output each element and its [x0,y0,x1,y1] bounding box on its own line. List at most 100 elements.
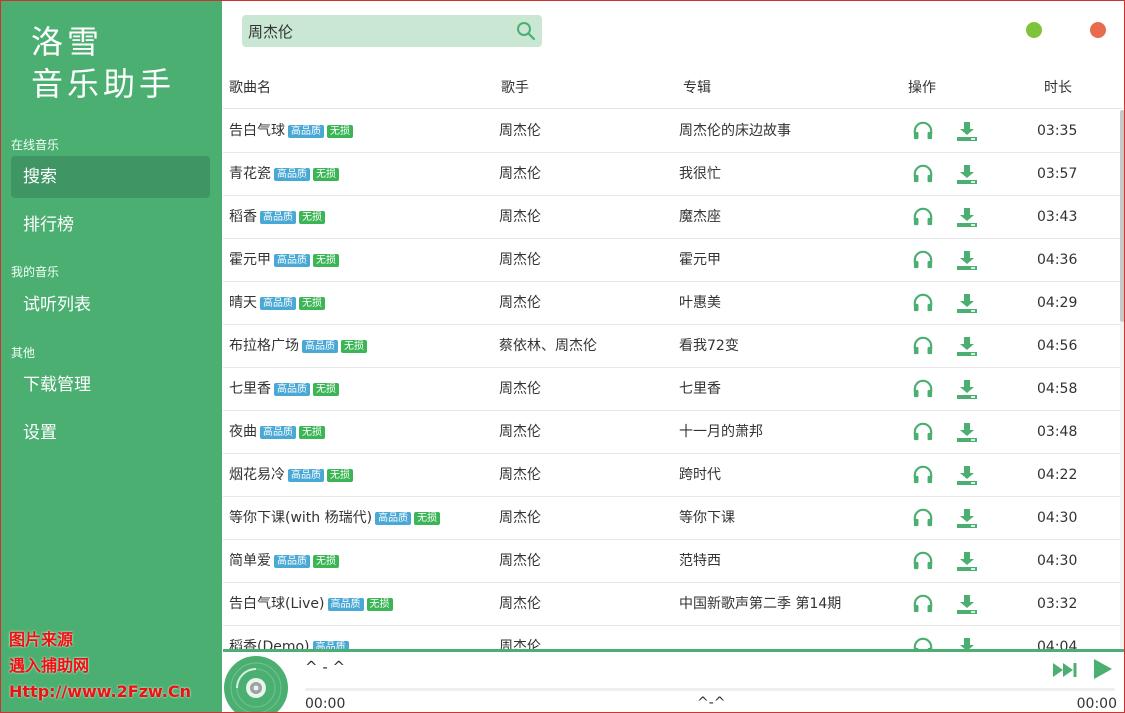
cell-song: 稻香(Demo) 高品质 [229,626,349,649]
download-icon[interactable] [956,550,978,572]
sidebar-item-search[interactable]: 搜索 [11,156,210,198]
tag-high-quality: 高品质 [274,555,310,568]
header-song-name: 歌曲名 [229,80,271,96]
headphones-icon[interactable] [911,379,935,399]
download-icon[interactable] [956,593,978,615]
search-icon[interactable] [516,21,536,41]
play-icon[interactable] [1091,658,1113,680]
cell-song: 简单爱 高品质 无损 [229,540,339,582]
headphones-icon[interactable] [911,207,935,227]
tag-high-quality: 高品质 [260,211,296,224]
table-row[interactable]: 告白气球(Live) 高品质 无损 周杰伦 中国新歌声第二季 第14期 03:32 [223,583,1121,626]
cell-album: 中国新歌声第二季 第14期 [679,596,842,612]
cell-artist: 周杰伦 [499,123,541,139]
logo-line-2: 音乐助手 [31,65,176,103]
download-icon[interactable] [956,163,978,185]
headphones-icon[interactable] [911,594,935,614]
headphones-icon[interactable] [911,250,935,270]
sidebar-item-charts[interactable]: 排行榜 [11,204,210,246]
total-time: 00:00 [1076,696,1117,712]
scrollbar-thumb[interactable] [1120,110,1124,322]
table-row[interactable]: 稻香 高品质 无损 周杰伦 魔杰座 03:43 [223,196,1121,239]
song-name: 等你下课(with 杨瑞代) [229,510,373,526]
table-row[interactable]: 晴天 高品质 无损 周杰伦 叶惠美 04:29 [223,282,1121,325]
download-icon[interactable] [956,421,978,443]
cell-song: 告白气球 高品质 无损 [229,110,353,152]
cell-artist: 周杰伦 [499,467,541,483]
cell-duration: 03:57 [1037,166,1078,182]
download-icon[interactable] [956,120,978,142]
download-icon[interactable] [956,292,978,314]
cell-duration: 04:30 [1037,553,1078,569]
download-icon[interactable] [956,249,978,271]
headphones-icon[interactable] [911,508,935,528]
watermark-line-1: 图片来源 [9,630,74,649]
song-name: 告白气球(Live) [229,596,325,612]
cell-duration: 04:58 [1037,381,1078,397]
cell-album: 跨时代 [679,467,721,483]
search-input[interactable] [242,15,510,47]
cell-album: 看我72变 [679,338,739,354]
download-icon[interactable] [956,464,978,486]
cell-artist: 周杰伦 [499,424,541,440]
headphones-icon[interactable] [911,164,935,184]
headphones-icon[interactable] [911,422,935,442]
tag-lossless: 无损 [341,340,367,353]
headphones-icon[interactable] [911,336,935,356]
section-label-my-music: 我的音乐 [11,265,60,279]
tag-high-quality: 高品质 [288,125,324,138]
sidebar-item-playlist[interactable]: 试听列表 [11,284,210,326]
headphones-icon[interactable] [911,121,935,141]
tag-high-quality: 高品质 [274,383,310,396]
tag-high-quality: 高品质 [260,426,296,439]
close-button[interactable] [1090,22,1106,38]
tag-lossless: 无损 [313,254,339,267]
table-row[interactable]: 告白气球 高品质 无损 周杰伦 周杰伦的床边故事 03:35 [223,110,1121,153]
tag-lossless: 无损 [327,469,353,482]
tag-lossless: 无损 [299,426,325,439]
song-name: 布拉格广场 [229,338,299,354]
section-label-other: 其他 [11,346,36,360]
scrollbar[interactable] [1120,110,1124,649]
table-row[interactable]: 稻香(Demo) 高品质 周杰伦 04:04 [223,626,1121,649]
table-row[interactable]: 布拉格广场 高品质 无损 蔡依林、周杰伦 看我72变 04:56 [223,325,1121,368]
cell-album: 十一月的萧邦 [679,424,763,440]
minimize-button[interactable] [1026,22,1042,38]
headphones-icon[interactable] [911,293,935,313]
next-icon[interactable] [1052,660,1078,680]
tag-lossless: 无损 [414,512,441,525]
now-playing-title: ^ - ^ [305,658,346,676]
download-icon[interactable] [956,378,978,400]
download-icon[interactable] [956,636,978,649]
headphones-icon[interactable] [911,637,935,649]
song-name: 告白气球 [229,123,285,139]
download-icon[interactable] [956,507,978,529]
cell-artist: 蔡依林、周杰伦 [499,338,597,354]
song-name: 烟花易冷 [229,467,285,483]
tag-high-quality: 高品质 [312,641,349,649]
sidebar-item-settings[interactable]: 设置 [11,412,210,454]
sidebar-item-downloads[interactable]: 下载管理 [11,364,210,406]
cell-duration: 03:35 [1037,123,1078,139]
headphones-icon[interactable] [911,465,935,485]
table-row[interactable]: 霍元甲 高品质 无损 周杰伦 霍元甲 04:36 [223,239,1121,282]
table-row[interactable]: 等你下课(with 杨瑞代) 高品质 无损 周杰伦 等你下课 04:30 [223,497,1121,540]
song-name: 稻香 [229,209,257,225]
player-bar: ^ - ^ 00:00 ^-^ 00:00 [223,649,1124,712]
cell-song: 霍元甲 高品质 无损 [229,239,339,281]
cell-artist: 周杰伦 [499,553,541,569]
headphones-icon[interactable] [911,551,935,571]
download-icon[interactable] [956,335,978,357]
download-icon[interactable] [956,206,978,228]
table-row[interactable]: 青花瓷 高品质 无损 周杰伦 我很忙 03:57 [223,153,1121,196]
cell-duration: 04:22 [1037,467,1078,483]
cell-album: 周杰伦的床边故事 [679,123,791,139]
cell-album: 七里香 [679,381,721,397]
table-row[interactable]: 烟花易冷 高品质 无损 周杰伦 跨时代 04:22 [223,454,1121,497]
table-row[interactable]: 夜曲 高品质 无损 周杰伦 十一月的萧邦 03:48 [223,411,1121,454]
cell-song: 稻香 高品质 无损 [229,196,325,238]
table-row[interactable]: 七里香 高品质 无损 周杰伦 七里香 04:58 [223,368,1121,411]
lyric-placeholder: ^-^ [697,695,726,711]
progress-bar[interactable] [305,688,1115,691]
table-row[interactable]: 简单爱 高品质 无损 周杰伦 范特西 04:30 [223,540,1121,583]
